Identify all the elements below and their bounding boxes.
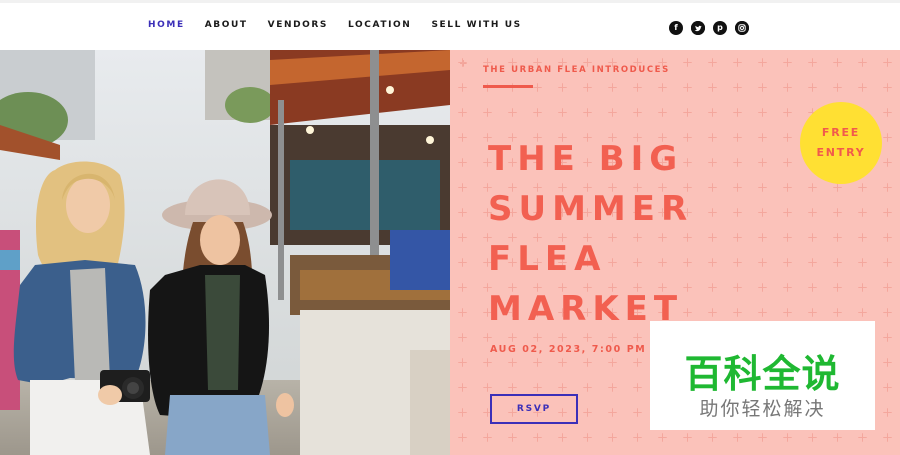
nav-home[interactable]: HOME xyxy=(148,20,185,30)
nav-vendors[interactable]: VENDORS xyxy=(268,20,328,30)
watermark-logo: 百科全说 助你轻松解决 xyxy=(650,321,875,430)
main-nav: HOME ABOUT VENDORS LOCATION SELL WITH US xyxy=(148,20,542,30)
free-entry-badge: FREE ENTRY xyxy=(800,102,882,184)
event-title-line: FLEA xyxy=(488,239,607,279)
event-title-line: SUMMER xyxy=(488,189,694,229)
site-header: HOME ABOUT VENDORS LOCATION SELL WITH US… xyxy=(0,0,900,50)
facebook-icon[interactable]: f xyxy=(669,21,683,35)
watermark-title: 百科全说 xyxy=(684,352,841,396)
event-title: THE BIG SUMMER FLEA MARKET xyxy=(488,134,788,334)
pinterest-icon[interactable]: p xyxy=(713,21,727,35)
instagram-icon[interactable] xyxy=(735,21,749,35)
hero-photo xyxy=(0,50,450,455)
nav-about[interactable]: ABOUT xyxy=(205,20,248,30)
badge-line: ENTRY xyxy=(816,146,866,159)
rsvp-button[interactable]: RSVP xyxy=(490,394,578,424)
event-intro: THE URBAN FLEA INTRODUCES xyxy=(483,65,670,75)
twitter-icon[interactable] xyxy=(691,21,705,35)
social-links: f p xyxy=(669,21,749,35)
watermark-subtitle: 助你轻松解决 xyxy=(699,398,826,420)
event-date: AUG 02, 2023, 7:00 PM xyxy=(490,344,647,355)
event-title-line: THE BIG xyxy=(488,139,684,179)
intro-divider xyxy=(483,85,533,88)
badge-line: FREE xyxy=(821,126,861,139)
market-scene-image xyxy=(0,50,450,455)
nav-sell-with-us[interactable]: SELL WITH US xyxy=(431,20,521,30)
nav-location[interactable]: LOCATION xyxy=(348,20,411,30)
